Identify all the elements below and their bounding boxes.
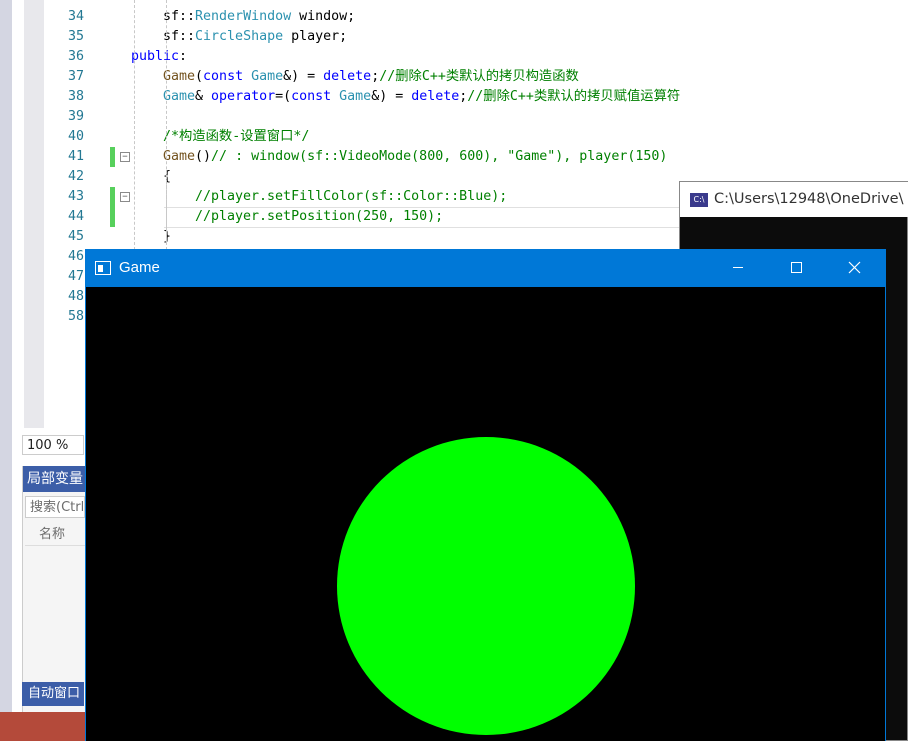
code-text: //player.setFillColor(sf::Color::Blue); (195, 187, 507, 207)
line-number: 36 (67, 49, 84, 64)
code-token: sf:: (163, 29, 196, 44)
line-number: 42 (67, 169, 84, 184)
game-window[interactable]: Game (85, 249, 886, 741)
code-token: delete (323, 69, 372, 84)
line-number: 44 (67, 209, 84, 224)
code-token: operator (211, 89, 276, 104)
locals-search-input[interactable]: 搜索(Ctrl (25, 496, 85, 518)
code-token: const (203, 69, 244, 84)
game-canvas[interactable] (86, 287, 885, 741)
change-marker (110, 147, 115, 167)
player-circle (337, 437, 635, 735)
line-number: 45 (67, 229, 84, 244)
console-title: C:\Users\12948\OneDrive\ (714, 191, 904, 207)
close-icon (848, 261, 861, 274)
code-token: Game (163, 149, 196, 164)
zoom-level[interactable]: 100 % (22, 435, 84, 455)
line-number: 48 (67, 289, 84, 304)
code-token: & (195, 89, 212, 104)
code-line[interactable]: 38 Game& operator=(const Game&) = delete;… (44, 87, 908, 107)
console-app-icon: C:\ (690, 193, 708, 207)
code-line[interactable]: 37 Game(const Game&) = delete;//删除C++类默认的… (44, 67, 908, 87)
code-line[interactable]: 41 − Game()// : window(sf::VideoMode(800, … (44, 147, 908, 167)
code-text: sf::RenderWindow window; (163, 7, 355, 27)
code-text: Game()// : window(sf::VideoMode(800, 600… (163, 147, 667, 167)
line-number: 34 (67, 9, 84, 24)
line-number: 41 (67, 149, 84, 164)
code-token: { (163, 169, 172, 184)
code-token: ( (195, 69, 204, 84)
code-token: sf:: (163, 9, 196, 24)
minimize-icon (733, 267, 743, 268)
code-token: player; (283, 29, 348, 44)
maximize-icon (791, 262, 802, 273)
code-token: &) = (371, 89, 412, 104)
fold-toggle-icon[interactable]: − (120, 192, 130, 202)
code-token: //player.setPosition(250, 150); (195, 209, 444, 224)
code-token: // : window(sf::VideoMode(800, 600), "Ga… (211, 149, 668, 164)
code-line[interactable]: 40 /*构造函数-设置窗口*/ (44, 127, 908, 147)
code-text: //player.setPosition(250, 150); (195, 207, 443, 227)
line-number: 38 (67, 89, 84, 104)
ide-left-shade (0, 0, 12, 712)
line-number: 58 (67, 309, 84, 324)
change-marker (110, 187, 115, 207)
line-number: 47 (67, 269, 84, 284)
code-text: Game(const Game&) = delete;//删除C++类默认的拷贝… (163, 67, 579, 87)
code-token: Game (163, 69, 196, 84)
change-marker (110, 207, 115, 227)
code-token: Game (339, 89, 372, 104)
code-token: : (179, 49, 188, 64)
code-token: =( (275, 89, 292, 104)
code-token: //player.setFillColor(sf::Color::Blue); (195, 189, 508, 204)
indent-guide (134, 0, 135, 250)
code-token: //删除C++类默认的拷贝赋值运算符 (467, 89, 681, 104)
locals-column-name[interactable]: 名称 (25, 524, 85, 546)
code-text: public: (131, 47, 187, 67)
code-text: } (163, 227, 171, 247)
code-token: const (291, 89, 332, 104)
locals-title[interactable]: 局部变量 (23, 466, 85, 492)
code-text: { (163, 167, 171, 187)
game-title: Game (119, 259, 160, 276)
line-number: 37 (67, 69, 84, 84)
line-number: 46 (67, 249, 84, 264)
minimize-button[interactable] (709, 249, 767, 287)
close-button[interactable] (825, 249, 883, 287)
editor-scrollbar[interactable] (24, 0, 44, 428)
code-line[interactable]: 35 sf::CircleShape player; (44, 27, 908, 47)
code-token: Game (251, 69, 284, 84)
line-number: 43 (67, 189, 84, 204)
window-app-icon (95, 261, 111, 275)
code-text: Game& operator=(const Game&) = delete;//… (163, 87, 680, 107)
fold-toggle-icon[interactable]: − (120, 152, 130, 162)
code-text: /*构造函数-设置窗口*/ (163, 127, 309, 147)
code-token: CircleShape (195, 29, 284, 44)
indent-guide (166, 170, 167, 242)
code-token: //删除C++类默认的拷贝构造函数 (379, 69, 579, 84)
line-number: 40 (67, 129, 84, 144)
code-token: RenderWindow (195, 9, 292, 24)
game-titlebar[interactable]: Game (85, 249, 886, 287)
code-token: Game (163, 89, 196, 104)
code-token: /*构造函数-设置窗口*/ (163, 129, 310, 144)
console-titlebar[interactable]: C:\ C:\Users\12948\OneDrive\ (680, 182, 908, 217)
code-token: public (131, 49, 180, 64)
code-line[interactable]: 36 public: (44, 47, 908, 67)
code-line[interactable]: 39 (44, 107, 908, 127)
locals-panel: 局部变量 搜索(Ctrl 名称 (22, 466, 85, 712)
line-number: 35 (67, 29, 84, 44)
code-token: delete (411, 89, 460, 104)
code-line[interactable]: 34 sf::RenderWindow window; (44, 7, 908, 27)
code-token: window; (291, 9, 356, 24)
code-token: } (163, 229, 172, 244)
code-token: &) = (283, 69, 324, 84)
line-number: 39 (67, 109, 84, 124)
code-text: sf::CircleShape player; (163, 27, 347, 47)
code-token: () (195, 149, 212, 164)
maximize-button[interactable] (767, 249, 825, 287)
auto-window-tab[interactable]: 自动窗口 (22, 682, 84, 706)
